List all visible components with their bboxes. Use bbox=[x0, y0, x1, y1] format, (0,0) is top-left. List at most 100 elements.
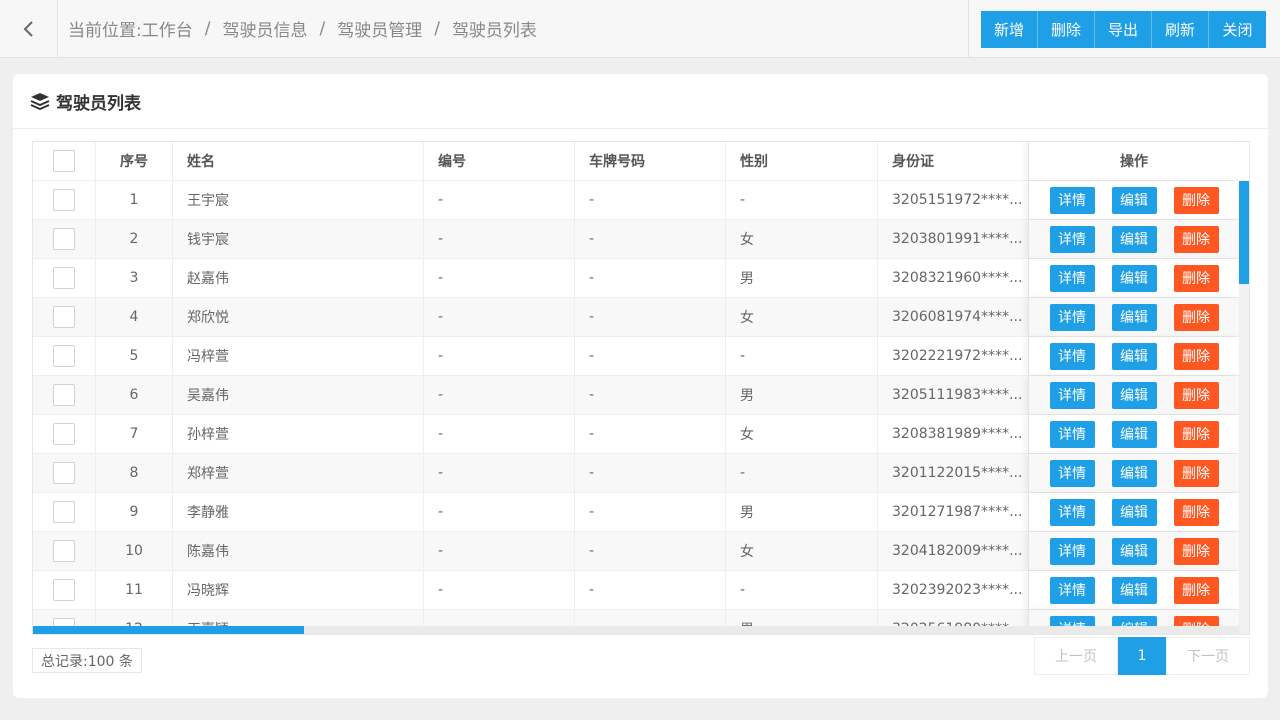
delete-button[interactable]: 删除 bbox=[1038, 11, 1095, 48]
row-delete-button[interactable]: 删除 bbox=[1173, 381, 1219, 409]
prev-page-button[interactable]: 上一页 bbox=[1034, 637, 1118, 675]
id-card-cell: 3205151972****... bbox=[892, 192, 1023, 208]
driver-code-cell: - bbox=[424, 337, 575, 375]
actions-cell: 详情编辑删除 bbox=[1028, 493, 1239, 531]
vertical-scrollbar-thumb[interactable] bbox=[1239, 181, 1249, 284]
table-row: 3 赵嘉伟 - - 男 3208321960****... 详情 编辑 删除 bbox=[33, 259, 1239, 298]
row-delete-button[interactable]: 删除 bbox=[1173, 498, 1219, 526]
edit-button[interactable]: 编辑 bbox=[1111, 459, 1157, 487]
edit-button[interactable]: 编辑 bbox=[1111, 420, 1157, 448]
actions-cell: 详情编辑删除 bbox=[1028, 532, 1239, 570]
gender-cell: 男 bbox=[726, 259, 878, 297]
actions-cell: 详情编辑删除 bbox=[1028, 571, 1239, 609]
detail-button[interactable]: 详情 bbox=[1049, 303, 1095, 331]
top-bar: 当前位置: 工作台 / 驾驶员信息 / 驾驶员管理 / 驾驶员列表 新增 删除 … bbox=[0, 0, 1280, 58]
detail-button[interactable]: 详情 bbox=[1049, 264, 1095, 292]
export-button[interactable]: 导出 bbox=[1095, 11, 1152, 48]
detail-button[interactable]: 详情 bbox=[1049, 186, 1095, 214]
actions-cell: 详情编辑删除 bbox=[1028, 259, 1239, 297]
detail-button[interactable]: 详情 bbox=[1049, 576, 1095, 604]
gender-cell: 女 bbox=[726, 220, 878, 258]
driver-name-cell: 王宇宸 bbox=[173, 181, 424, 219]
driver-code-cell: - bbox=[424, 181, 575, 219]
row-checkbox[interactable] bbox=[53, 540, 75, 562]
row-index-cell: 4 bbox=[96, 298, 173, 336]
edit-button[interactable]: 编辑 bbox=[1111, 381, 1157, 409]
row-checkbox[interactable] bbox=[53, 501, 75, 523]
detail-button[interactable]: 详情 bbox=[1049, 342, 1095, 370]
checkbox-cell bbox=[33, 493, 96, 531]
row-checkbox[interactable] bbox=[53, 228, 75, 250]
checkbox-cell bbox=[33, 376, 96, 414]
table-row: 9 李静雅 - - 男 3201271987****... 详情 编辑 删除 bbox=[33, 493, 1239, 532]
detail-button[interactable]: 详情 bbox=[1049, 420, 1095, 448]
row-index-cell: 10 bbox=[96, 532, 173, 570]
row-index-cell: 8 bbox=[96, 454, 173, 492]
table-row: 11 冯晓辉 - - -3202392023****... 详情 编辑 删除 bbox=[33, 571, 1239, 610]
row-delete-button[interactable]: 删除 bbox=[1173, 537, 1219, 565]
detail-button[interactable]: 详情 bbox=[1049, 381, 1095, 409]
current-page-button[interactable]: 1 bbox=[1118, 637, 1166, 675]
edit-button[interactable]: 编辑 bbox=[1111, 537, 1157, 565]
row-checkbox[interactable] bbox=[53, 267, 75, 289]
pagination: 上一页 1 下一页 bbox=[1034, 637, 1250, 675]
row-delete-button[interactable]: 删除 bbox=[1173, 576, 1219, 604]
breadcrumb-item[interactable]: 驾驶员管理 bbox=[337, 16, 422, 41]
edit-button[interactable]: 编辑 bbox=[1111, 576, 1157, 604]
breadcrumb: 当前位置: 工作台 / 驾驶员信息 / 驾驶员管理 / 驾驶员列表 bbox=[68, 0, 537, 57]
row-checkbox[interactable] bbox=[53, 462, 75, 484]
checkbox-cell bbox=[33, 181, 96, 219]
edit-button[interactable]: 编辑 bbox=[1111, 264, 1157, 292]
select-all-checkbox[interactable] bbox=[53, 150, 75, 172]
row-checkbox[interactable] bbox=[53, 306, 75, 328]
checkbox-cell bbox=[33, 415, 96, 453]
edit-button[interactable]: 编辑 bbox=[1111, 342, 1157, 370]
row-delete-button[interactable]: 删除 bbox=[1173, 303, 1219, 331]
edit-button[interactable]: 编辑 bbox=[1111, 225, 1157, 253]
breadcrumb-separator: / bbox=[319, 18, 326, 39]
row-delete-button[interactable]: 删除 bbox=[1173, 420, 1219, 448]
actions-cell: 详情编辑删除 bbox=[1028, 220, 1239, 258]
row-delete-button[interactable]: 删除 bbox=[1173, 186, 1219, 214]
id-card-cell: 3203801991****... bbox=[892, 231, 1023, 247]
row-checkbox[interactable] bbox=[53, 189, 75, 211]
row-delete-button[interactable]: 删除 bbox=[1173, 459, 1219, 487]
row-checkbox[interactable] bbox=[53, 345, 75, 367]
breadcrumb-item[interactable]: 驾驶员信息 bbox=[222, 16, 307, 41]
driver-name-cell: 冯梓萱 bbox=[173, 337, 424, 375]
row-delete-button[interactable]: 删除 bbox=[1173, 342, 1219, 370]
toolbar-area: 新增 删除 导出 刷新 关闭 bbox=[968, 0, 1280, 57]
plate-number-cell: - bbox=[575, 532, 726, 570]
row-actions: 详情编辑删除 bbox=[1049, 498, 1219, 526]
detail-button[interactable]: 详情 bbox=[1049, 498, 1095, 526]
breadcrumb-item[interactable]: 驾驶员列表 bbox=[452, 16, 537, 41]
row-checkbox[interactable] bbox=[53, 579, 75, 601]
next-page-button[interactable]: 下一页 bbox=[1166, 637, 1250, 675]
checkbox-cell bbox=[33, 259, 96, 297]
row-checkbox[interactable] bbox=[53, 384, 75, 406]
row-checkbox[interactable] bbox=[53, 423, 75, 445]
add-button[interactable]: 新增 bbox=[981, 11, 1038, 48]
row-delete-button[interactable]: 删除 bbox=[1173, 264, 1219, 292]
horizontal-scrollbar-thumb[interactable] bbox=[33, 626, 304, 634]
detail-button[interactable]: 详情 bbox=[1049, 225, 1095, 253]
plate-number-cell: - bbox=[575, 493, 726, 531]
actions-cell: 详情编辑删除 bbox=[1028, 298, 1239, 336]
close-button[interactable]: 关闭 bbox=[1209, 11, 1266, 48]
row-delete-button[interactable]: 删除 bbox=[1173, 225, 1219, 253]
row-index-cell: 11 bbox=[96, 571, 173, 609]
detail-button[interactable]: 详情 bbox=[1049, 537, 1095, 565]
back-button[interactable] bbox=[0, 0, 58, 57]
row-actions: 详情编辑删除 bbox=[1049, 303, 1219, 331]
edit-button[interactable]: 编辑 bbox=[1111, 498, 1157, 526]
breadcrumb-item[interactable]: 工作台 bbox=[142, 16, 193, 41]
row-actions: 详情编辑删除 bbox=[1049, 381, 1219, 409]
edit-button[interactable]: 编辑 bbox=[1111, 303, 1157, 331]
driver-list-card: 驾驶员列表 序号 姓名 编号 车牌号码 性别 身份证 操作 1 王宇宸 - - -320… bbox=[13, 74, 1268, 698]
detail-button[interactable]: 详情 bbox=[1049, 459, 1095, 487]
edit-button[interactable]: 编辑 bbox=[1111, 186, 1157, 214]
checkbox-cell bbox=[33, 298, 96, 336]
refresh-button[interactable]: 刷新 bbox=[1152, 11, 1209, 48]
id-card-cell: 3208321960****... bbox=[892, 270, 1023, 286]
driver-code-cell: - bbox=[424, 298, 575, 336]
